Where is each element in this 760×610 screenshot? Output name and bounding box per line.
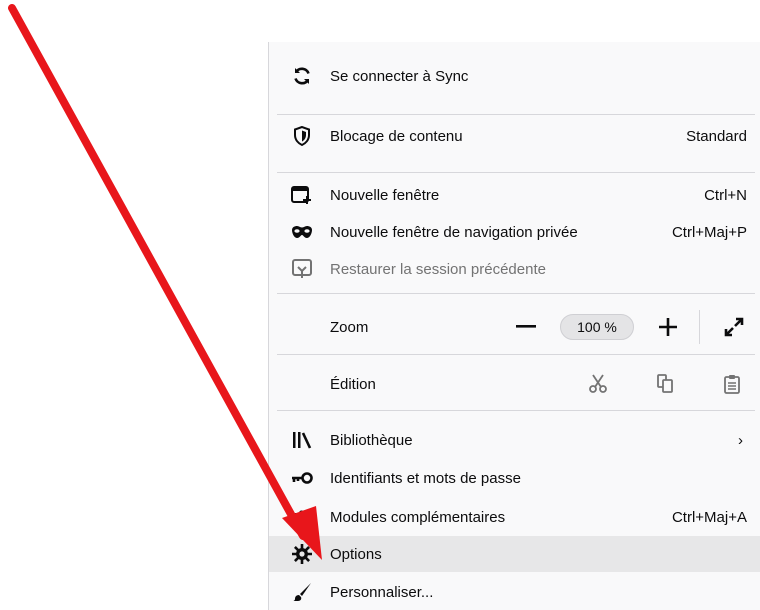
- new-window-shortcut: Ctrl+N: [704, 186, 747, 204]
- customize-label: Personnaliser...: [330, 583, 434, 601]
- menu-item-restore-session[interactable]: Restaurer la session précédente: [269, 251, 760, 287]
- addons-shortcut: Ctrl+Maj+A: [671, 508, 747, 526]
- library-label: Bibliothèque: [330, 431, 413, 449]
- menu-item-new-window[interactable]: Nouvelle fenêtre Ctrl+N: [269, 177, 760, 213]
- new-window-label: Nouvelle fenêtre: [330, 186, 440, 204]
- private-mask-icon: [291, 221, 313, 243]
- edit-label: Édition: [330, 375, 376, 393]
- sync-label: Se connecter à Sync: [330, 67, 469, 85]
- menu-item-customize[interactable]: Personnaliser...: [269, 574, 760, 610]
- addons-label: Modules complémentaires: [330, 508, 506, 526]
- menu-item-zoom: Zoom 100 %: [269, 309, 760, 345]
- zoom-out-button[interactable]: [513, 314, 539, 340]
- separator: [277, 354, 755, 355]
- restore-session-icon: [291, 258, 313, 280]
- zoom-in-button[interactable]: [655, 314, 681, 340]
- fullscreen-icon[interactable]: [721, 314, 747, 340]
- content-blocking-value: Standard: [686, 127, 747, 145]
- divider: [699, 310, 700, 344]
- sync-icon: [291, 65, 313, 87]
- restore-session-label: Restaurer la session précédente: [330, 260, 546, 278]
- separator: [277, 410, 755, 411]
- zoom-reset-button[interactable]: 100 %: [560, 314, 634, 340]
- menu-item-private-window[interactable]: Nouvelle fenêtre de navigation privée Ct…: [269, 214, 760, 250]
- puzzle-icon: [291, 506, 313, 528]
- copy-icon[interactable]: [652, 371, 678, 397]
- gear-icon: [291, 543, 313, 565]
- clipboard-icon[interactable]: [719, 371, 745, 397]
- scissors-icon[interactable]: [585, 371, 611, 397]
- library-icon: [291, 429, 313, 451]
- menu-item-library[interactable]: Bibliothèque ›: [269, 422, 760, 458]
- separator: [277, 114, 755, 115]
- separator: [277, 293, 755, 294]
- chevron-right-icon: ›: [738, 431, 743, 449]
- new-window-icon: [291, 184, 313, 206]
- private-window-label: Nouvelle fenêtre de navigation privée: [330, 223, 578, 241]
- menu-item-sync[interactable]: Se connecter à Sync: [269, 58, 760, 94]
- menu-item-options[interactable]: Options: [269, 536, 760, 572]
- zoom-label: Zoom: [330, 318, 369, 336]
- options-label: Options: [330, 545, 382, 563]
- separator: [277, 172, 755, 173]
- application-menu: Se connecter à Sync Blocage de contenu S…: [268, 42, 760, 610]
- menu-item-addons[interactable]: Modules complémentaires Ctrl+Maj+A: [269, 499, 760, 535]
- logins-label: Identifiants et mots de passe: [330, 469, 521, 487]
- menu-item-logins[interactable]: Identifiants et mots de passe: [269, 460, 760, 496]
- shield-icon: [291, 125, 313, 147]
- paintbrush-icon: [291, 581, 313, 603]
- key-icon: [291, 467, 313, 489]
- menu-item-edit: Édition: [269, 366, 760, 402]
- private-window-shortcut: Ctrl+Maj+P: [671, 223, 747, 241]
- menu-item-content-blocking[interactable]: Blocage de contenu Standard: [269, 118, 760, 154]
- content-blocking-label: Blocage de contenu: [330, 127, 463, 145]
